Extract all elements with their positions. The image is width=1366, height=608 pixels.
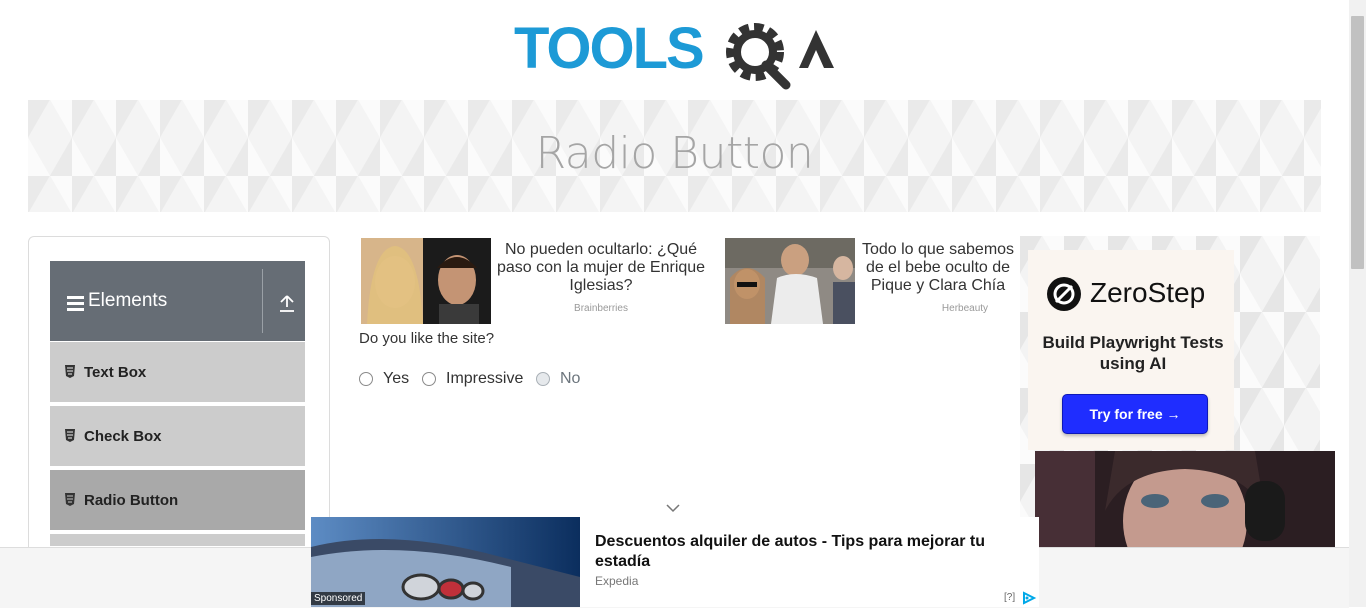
yes-radio[interactable]: [359, 372, 373, 386]
sidebar-item-next[interactable]: [50, 534, 305, 548]
sponsored-label: Sponsored: [311, 592, 366, 605]
yes-radio-label[interactable]: Yes: [383, 370, 409, 388]
impressive-radio[interactable]: [422, 372, 436, 386]
no-radio: [536, 372, 550, 386]
radio-option-no: No: [536, 369, 580, 389]
ad-headline[interactable]: Todo lo que sabemos de el bebe oculto de…: [854, 241, 1022, 295]
zerostep-tagline: Build Playwright Tests using AI: [1042, 333, 1224, 373]
chevron-down-icon[interactable]: [666, 503, 680, 513]
no-radio-label: No: [560, 370, 581, 387]
header-divider: [262, 269, 263, 333]
ad-info-link[interactable]: [?]: [1004, 592, 1015, 603]
ad-headline[interactable]: No pueden ocultarlo: ¿Qué paso con la mu…: [490, 241, 712, 295]
try-for-free-button[interactable]: Try for free →: [1062, 394, 1208, 434]
elements-group-header[interactable]: Elements: [50, 261, 305, 341]
scrollbar-thumb[interactable]: [1351, 16, 1364, 269]
sidebar-item-label: Radio Button: [84, 492, 179, 509]
impressive-radio-label[interactable]: Impressive: [446, 370, 523, 388]
bottom-ad-source: Expedia: [595, 574, 639, 588]
sidebar-item-radio-button[interactable]: Radio Button: [50, 470, 305, 532]
hamburger-icon: [67, 296, 84, 311]
page-banner: Radio Button: [28, 100, 1321, 212]
bottom-sponsored-ad[interactable]: Sponsored Descuentos alquiler de autos -…: [311, 517, 1039, 607]
zerostep-ad[interactable]: ZeroStep Build Playwright Tests using AI…: [1028, 250, 1234, 450]
sidebar-item-label: Text Box: [84, 364, 147, 381]
ad-image-street-photo[interactable]: [725, 238, 855, 324]
radio-option-impressive[interactable]: Impressive: [422, 369, 523, 389]
zerostep-brand: ZeroStep: [1090, 277, 1206, 308]
page-title: Radio Button: [535, 128, 814, 179]
sidebar-item-text-box[interactable]: Text Box: [50, 342, 305, 404]
logo-text-tools: TOOLS: [514, 18, 703, 81]
toolsqa-logo[interactable]: TOOLS: [514, 18, 844, 90]
html5-icon: [65, 365, 75, 378]
adchoices-icon[interactable]: [1021, 591, 1037, 605]
gear-icon: [726, 23, 791, 90]
question-text: Do you like the site?: [359, 330, 495, 347]
sidebar-item-check-box[interactable]: Check Box: [50, 406, 305, 468]
logo-a-shape: [799, 30, 834, 68]
radio-option-yes[interactable]: Yes: [359, 369, 409, 389]
elements-group-label: Elements: [88, 290, 168, 311]
side-ad-photo[interactable]: [1035, 451, 1335, 547]
html5-icon: [65, 429, 75, 442]
html5-icon: [65, 493, 75, 506]
collapse-up-icon[interactable]: [278, 293, 296, 313]
ad-source: Brainberries: [574, 303, 628, 314]
sidebar-item-label: Check Box: [84, 428, 162, 445]
ad-image-celebrity-couple[interactable]: [361, 238, 491, 324]
bottom-ad-headline[interactable]: Descuentos alquiler de autos - Tips para…: [595, 532, 1015, 572]
zerostep-logo-icon: [1047, 277, 1081, 311]
